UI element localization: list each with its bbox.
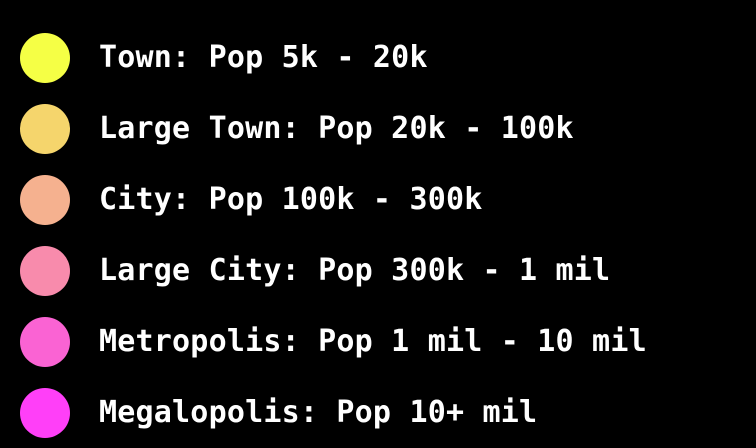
color-swatch <box>20 103 70 154</box>
legend-item-label: City: Pop 100k - 300k <box>99 182 483 217</box>
color-swatch <box>20 387 70 438</box>
color-swatch <box>20 32 70 83</box>
legend-item-megalopolis: Megalopolis: Pop 10+ mil <box>20 377 750 448</box>
legend-item-town: Town: Pop 5k - 20k <box>20 22 750 93</box>
legend-item-label: Large Town: Pop 20k - 100k <box>99 111 574 146</box>
legend-item-large-town: Large Town: Pop 20k - 100k <box>20 93 750 164</box>
color-swatch <box>20 174 70 225</box>
legend-item-metropolis: Metropolis: Pop 1 mil - 10 mil <box>20 306 750 377</box>
legend-item-label: Metropolis: Pop 1 mil - 10 mil <box>99 324 647 359</box>
legend-item-city: City: Pop 100k - 300k <box>20 164 750 235</box>
legend-item-large-city: Large City: Pop 300k - 1 mil <box>20 235 750 306</box>
color-swatch <box>20 245 70 296</box>
color-swatch <box>20 316 70 367</box>
legend-item-label: Megalopolis: Pop 10+ mil <box>99 395 538 430</box>
population-legend: Town: Pop 5k - 20k Large Town: Pop 20k -… <box>20 22 750 448</box>
legend-item-label: Town: Pop 5k - 20k <box>99 40 428 75</box>
legend-item-label: Large City: Pop 300k - 1 mil <box>99 253 611 288</box>
